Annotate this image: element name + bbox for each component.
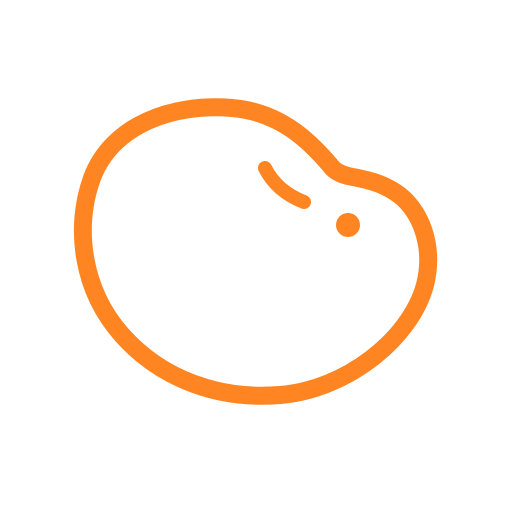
- bean-highlight-arc: [258, 161, 311, 209]
- bean-outline: [73, 98, 438, 405]
- bean-dot: [336, 213, 360, 237]
- icon-canvas: [0, 0, 512, 512]
- bean-icon: [73, 98, 438, 405]
